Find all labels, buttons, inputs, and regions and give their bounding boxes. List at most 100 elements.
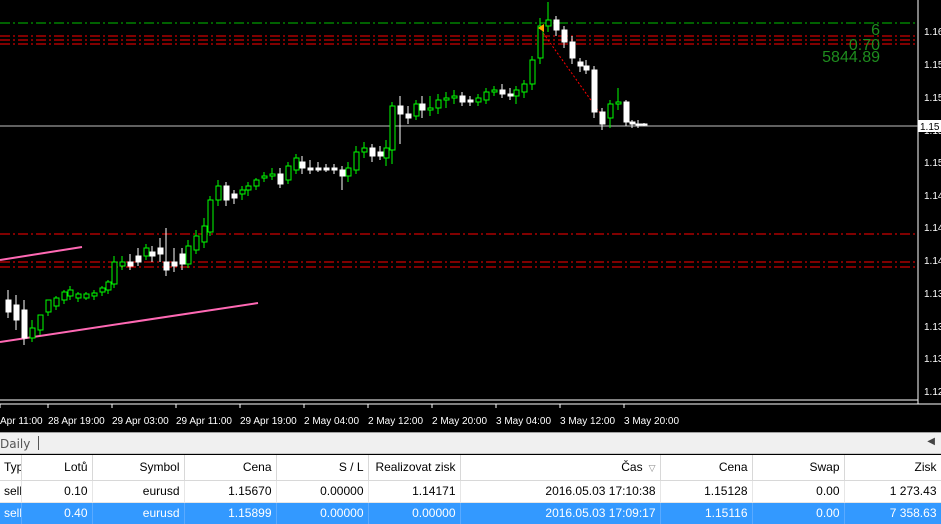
candle-body <box>389 105 396 151</box>
candle-body <box>369 147 376 157</box>
scroll-left-icon[interactable]: ◀ <box>927 436 935 447</box>
candle-body <box>143 247 150 257</box>
time-axis: Apr 11:00 28 Apr 19:00 29 Apr 03:00 29 Apr … <box>0 399 941 427</box>
chart-canvas[interactable]: 1.16 1.15 1.15 1.15 1.15 1.14 1.14 1.14 1.13 1.13… <box>0 0 941 432</box>
candle-body <box>591 69 598 113</box>
column-header-cena2[interactable]: Cena <box>660 455 753 481</box>
candle-body <box>467 99 474 103</box>
time-label: 3 May 04:00 <box>496 416 551 427</box>
time-label: 29 Apr 19:00 <box>240 416 297 427</box>
candle-body <box>5 299 12 313</box>
candle-body <box>83 293 90 299</box>
candle-body <box>307 167 314 171</box>
price-label: 1.13 <box>924 354 941 365</box>
tab-daily[interactable]: Daily <box>0 437 30 451</box>
time-label: 2 May 12:00 <box>368 416 423 427</box>
column-header-typ[interactable]: Typ <box>0 455 22 481</box>
candle-body <box>201 225 208 243</box>
candle-body <box>623 101 630 123</box>
candle-body <box>299 161 306 169</box>
cell-tp: 0.00000 <box>368 502 461 524</box>
table-row[interactable]: sell 0.10 eurusd 1.15670 0.00000 1.14171 2016.… <box>0 480 941 503</box>
column-header-swap[interactable]: Swap <box>752 455 845 481</box>
candle-body <box>185 245 192 265</box>
price-label: 1.16 <box>924 27 941 38</box>
price-label: 1.12 <box>924 387 941 398</box>
candle-body <box>269 173 276 177</box>
cell-sl: 0.00000 <box>276 480 369 503</box>
candle-body <box>553 19 560 31</box>
chart-tab-strip: Daily ◀ <box>0 432 941 454</box>
candle-body <box>443 97 450 101</box>
candle-body <box>397 105 404 115</box>
current-price-tag: 1.15 <box>920 122 940 133</box>
candle-body <box>253 179 260 187</box>
candle-body <box>641 123 648 126</box>
column-header-cas[interactable]: Čas ▽ <box>460 455 661 481</box>
candle-body <box>99 287 106 293</box>
candle-body <box>163 261 170 271</box>
column-header-zisk[interactable]: Zisk <box>844 455 941 481</box>
level-lines <box>0 22 918 268</box>
price-axis: 1.16 1.15 1.15 1.15 1.15 1.14 1.14 1.14 1.13 1.13… <box>917 0 941 404</box>
candle-body <box>529 59 536 85</box>
candle-body <box>127 261 134 267</box>
overlay-value-3: 5844.89 <box>822 49 880 66</box>
candle-body <box>561 29 568 43</box>
candle-body <box>135 255 142 263</box>
price-label: 1.15 <box>924 60 941 71</box>
candle-body <box>521 83 528 93</box>
cell-cena: 1.15670 <box>184 480 277 503</box>
column-header-lotu[interactable]: Lotů <box>21 455 93 481</box>
time-label: Apr 11:00 <box>0 416 43 427</box>
candle-body <box>339 169 346 177</box>
sort-down-icon: ▽ <box>648 463 656 474</box>
column-header-tp[interactable]: Realizovat zisk <box>368 455 461 481</box>
candle-body <box>331 167 338 171</box>
candle-body <box>149 251 156 257</box>
candle-body <box>193 235 200 251</box>
column-header-symbol[interactable]: Symbol <box>92 455 185 481</box>
candle-body <box>245 185 252 191</box>
price-label: 1.14 <box>924 191 941 202</box>
cell-symbol: eurusd <box>92 502 185 524</box>
time-label: 3 May 12:00 <box>560 416 615 427</box>
trend-line-upper[interactable] <box>0 246 83 261</box>
column-header-cena[interactable]: Cena <box>184 455 277 481</box>
cell-swap: 0.00 <box>752 502 845 524</box>
time-label: 29 Apr 03:00 <box>112 416 169 427</box>
candle-body <box>435 99 442 109</box>
price-chart[interactable]: 1.16 1.15 1.15 1.15 1.15 1.14 1.14 1.14 1.13 1.13… <box>0 0 941 432</box>
time-label: 2 May 20:00 <box>432 416 487 427</box>
candle-body <box>67 289 74 297</box>
price-label: 1.14 <box>924 223 941 234</box>
candle-body <box>157 247 164 255</box>
price-label: 1.15 <box>924 158 941 169</box>
candle-body <box>119 261 126 267</box>
cell-zisk: 1 273.43 <box>844 480 941 503</box>
candle-body <box>91 292 98 297</box>
candle-body <box>45 299 52 313</box>
candle-body <box>215 185 222 201</box>
column-header-sl[interactable]: S / L <box>276 455 369 481</box>
candle-body <box>499 89 506 95</box>
cell-zisk: 7 358.63 <box>844 502 941 524</box>
candle-body <box>451 95 458 99</box>
positions-table: Typ Lotů Symbol Cena S / L Realizovat zi… <box>0 455 941 524</box>
candle-body <box>21 309 28 339</box>
candle-body <box>413 103 420 117</box>
candle-body <box>615 101 622 105</box>
candle-body <box>459 95 466 103</box>
candle-body <box>315 167 322 171</box>
price-label: 1.15 <box>924 93 941 104</box>
candle-body <box>37 314 44 331</box>
candle-body <box>629 121 636 125</box>
candle-body <box>223 185 230 201</box>
candle-body <box>75 293 82 299</box>
cell-typ: sell <box>0 480 22 503</box>
candle-body <box>261 175 268 179</box>
cell-cena: 1.15899 <box>184 502 277 524</box>
table-row[interactable]: sell 0.40 eurusd 1.15899 0.00000 0.00000 2016.… <box>0 502 941 524</box>
candle-body <box>513 89 520 97</box>
candle-body <box>545 19 552 27</box>
